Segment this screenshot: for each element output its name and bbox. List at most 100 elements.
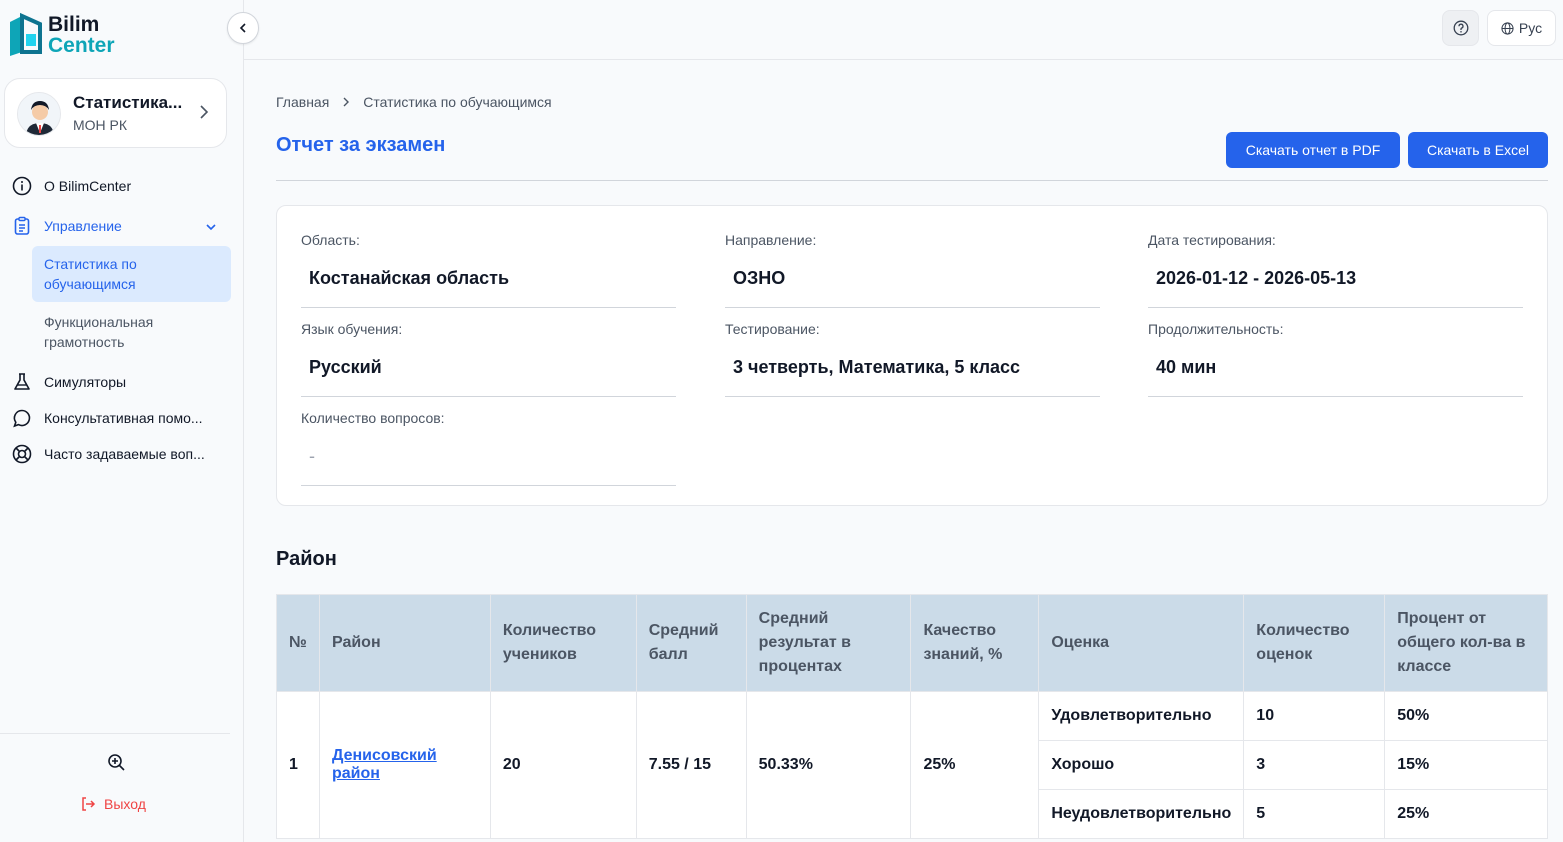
globe-icon xyxy=(1501,21,1514,35)
avatar xyxy=(17,92,61,136)
nav-management[interactable]: Управление xyxy=(12,216,222,236)
profile-card[interactable]: Статистика... МОН РК xyxy=(4,78,227,148)
cell-grade-count: 5 xyxy=(1243,789,1386,839)
field-test: Тестирование: 3 четверть, Математика, 5 … xyxy=(725,321,1100,397)
filters-card: Область: Костанайская область Направлени… xyxy=(276,205,1548,506)
field-direction-label: Направление: xyxy=(725,232,817,248)
col-quality: Качество знаний, % xyxy=(910,594,1040,692)
cell-grade-pct: 25% xyxy=(1384,789,1548,839)
nav-about[interactable]: О BilimCenter xyxy=(12,176,131,196)
zoom-in-icon[interactable] xyxy=(106,752,126,777)
field-date: Дата тестирования: 2026-01-12 - 2026-05-… xyxy=(1148,232,1523,308)
cell-grade: Хорошо xyxy=(1038,740,1245,790)
table-row: 1 Денисовский район 20 7.55 / 15 50.33% … xyxy=(276,691,1548,839)
info-icon xyxy=(12,176,32,196)
download-pdf-button[interactable]: Скачать отчет в PDF xyxy=(1226,132,1400,168)
profile-name: Статистика... xyxy=(73,93,183,112)
nav-simulators[interactable]: Симуляторы xyxy=(12,372,126,392)
logout-label: Выход xyxy=(104,796,146,812)
breadcrumb-chevron-icon xyxy=(341,97,351,107)
table-header-row: № Район Количество учеников Средний балл… xyxy=(276,594,1548,692)
field-region-label: Область: xyxy=(301,232,360,248)
cell-grade-pct: 15% xyxy=(1384,740,1548,790)
logo-line2: Center xyxy=(48,34,115,57)
help-button[interactable] xyxy=(1442,10,1479,46)
district-section-title: Район xyxy=(276,548,337,570)
question-circle-icon xyxy=(1453,20,1469,36)
cell-grade: Неудовлетворительно xyxy=(1038,789,1245,839)
chat-bubble-icon xyxy=(12,408,32,428)
page-title: Отчет за экзамен xyxy=(276,134,446,156)
field-questions-label: Количество вопросов: xyxy=(301,410,445,426)
col-grade: Оценка xyxy=(1038,594,1245,692)
logout-icon xyxy=(80,796,96,812)
col-num: № xyxy=(276,594,320,692)
field-test-value: 3 четверть, Математика, 5 класс xyxy=(725,357,1100,397)
cell-district: Денисовский район xyxy=(318,691,491,839)
nav-management-label: Управление xyxy=(44,218,122,234)
sidebar-bottom-divider xyxy=(0,733,230,734)
nav-simulators-label: Симуляторы xyxy=(44,374,127,390)
field-language: Язык обучения: Русский xyxy=(301,321,676,397)
lifebuoy-icon xyxy=(12,444,32,464)
header-divider xyxy=(276,180,1548,181)
breadcrumb: Главная Статистика по обучающимся xyxy=(276,94,552,110)
cell-students: 20 xyxy=(489,691,637,839)
district-link[interactable]: Денисовский район xyxy=(332,747,437,782)
cell-grade-count: 3 xyxy=(1243,740,1386,790)
field-date-label: Дата тестирования: xyxy=(1148,232,1276,248)
cell-quality: 25% xyxy=(910,691,1040,839)
logout-button[interactable]: Выход xyxy=(80,796,146,812)
breadcrumb-home[interactable]: Главная xyxy=(276,94,329,110)
field-direction: Направление: ОЗНО xyxy=(725,232,1100,308)
language-label: Рус xyxy=(1518,20,1543,36)
cell-grade-pct: 50% xyxy=(1384,691,1548,741)
field-duration-label: Продолжительность: xyxy=(1148,321,1284,337)
download-excel-button[interactable]: Скачать в Excel xyxy=(1408,132,1548,168)
nav-faq-label: Часто задаваемые воп... xyxy=(44,446,205,462)
cell-grade-count: 10 xyxy=(1243,691,1386,741)
col-district: Район xyxy=(318,594,491,692)
nav-about-label: О BilimCenter xyxy=(44,178,132,194)
field-language-label: Язык обучения: xyxy=(301,321,403,337)
cell-avg: 7.55 / 15 xyxy=(635,691,747,839)
field-questions: Количество вопросов: - xyxy=(301,410,676,486)
field-duration: Продолжительность: 40 мин xyxy=(1148,321,1523,397)
field-region: Область: Костанайская область xyxy=(301,232,676,308)
nav-consult-label: Консультативная помо... xyxy=(44,410,203,426)
col-avg-pct: Средний результат в процентах xyxy=(745,594,912,692)
col-grade-count: Количество оценок xyxy=(1243,594,1386,692)
nav-sub-stats[interactable]: Статистика по обучающимся xyxy=(32,246,231,302)
cell-avg-pct: 50.33% xyxy=(745,691,912,839)
cell-grade: Удовлетворительно xyxy=(1038,691,1245,741)
field-region-value: Костанайская область xyxy=(301,268,676,308)
field-questions-value: - xyxy=(301,446,676,486)
chevron-down-icon xyxy=(205,220,217,236)
cell-num: 1 xyxy=(276,691,320,839)
field-date-value: 2026-01-12 - 2026-05-13 xyxy=(1148,268,1523,308)
nav-sub-literacy[interactable]: Функциональная грамотность xyxy=(32,304,231,360)
nav-faq[interactable]: Часто задаваемые воп... xyxy=(12,444,205,464)
field-test-label: Тестирование: xyxy=(725,321,820,337)
col-grade-pct: Процент от общего кол-ва в классе xyxy=(1384,594,1548,692)
chevron-left-icon xyxy=(237,22,249,34)
logo[interactable]: Bilim Center xyxy=(8,12,115,58)
language-button[interactable]: Рус xyxy=(1487,10,1556,46)
field-duration-value: 40 мин xyxy=(1148,357,1523,397)
breadcrumb-current: Статистика по обучающимся xyxy=(363,94,552,110)
logo-line1: Bilim xyxy=(48,13,100,36)
col-avg: Средний балл xyxy=(635,594,747,692)
chevron-right-icon xyxy=(196,104,212,125)
field-language-value: Русский xyxy=(301,357,676,397)
district-table: № Район Количество учеников Средний балл… xyxy=(276,594,1548,839)
topbar xyxy=(244,0,1563,60)
col-students: Количество учеников xyxy=(489,594,637,692)
collapse-sidebar-button[interactable] xyxy=(227,12,259,44)
nav-consult[interactable]: Консультативная помо... xyxy=(12,408,203,428)
sidebar: Bilim Center Статистика... МОН РК О Bili… xyxy=(0,0,244,842)
flask-icon xyxy=(12,372,32,392)
profile-org: МОН РК xyxy=(73,117,128,133)
logo-mark-icon xyxy=(8,12,42,58)
field-direction-value: ОЗНО xyxy=(725,268,1100,308)
clipboard-icon xyxy=(12,216,32,236)
